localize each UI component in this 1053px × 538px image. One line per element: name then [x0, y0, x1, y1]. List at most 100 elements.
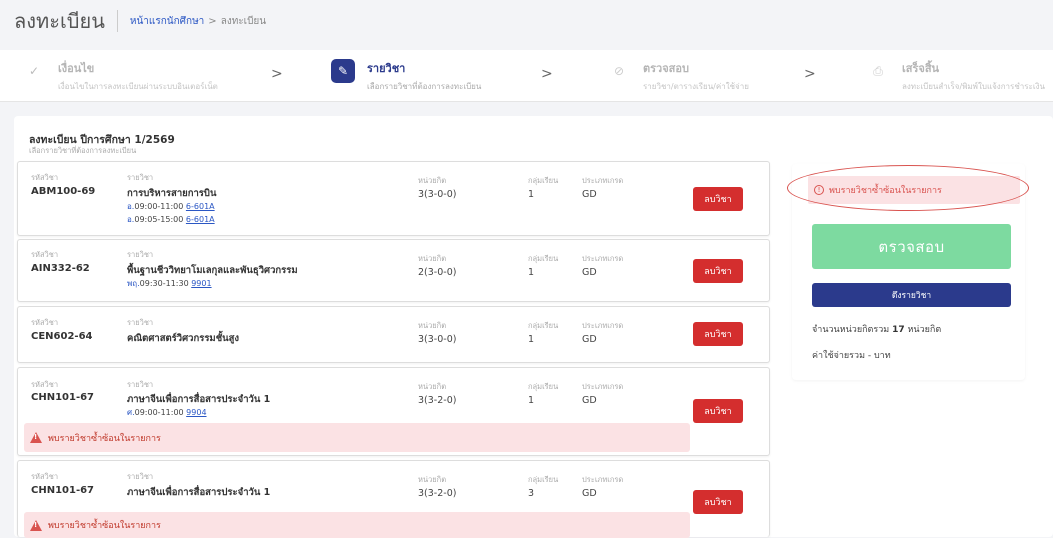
course-name: ภาษาจีนเพื่อการสื่อสารประจำวัน 1 [127, 394, 271, 405]
step-arrow: > [271, 66, 283, 82]
credit-label: หน่วยกิต [418, 176, 447, 185]
schedule-line: พฤ.09:30-11:30 9901 [127, 277, 212, 290]
course-name: การบริหารสายการบิน [127, 188, 217, 199]
delete-course-button[interactable]: ลบวิชา [693, 490, 743, 514]
credit-value: 3(3-0-0) [418, 189, 457, 200]
info-icon: ! [814, 185, 824, 195]
course-card: รหัสวิชา รายวิชา หน่วยกิต กลุ่มเรียน ประ… [17, 367, 770, 456]
breadcrumb-home-link[interactable]: หน้าแรกนักศึกษา [130, 16, 204, 27]
schedule-line: อ.09:00-11:00 6-601A [127, 200, 215, 213]
type-value: GD [582, 267, 597, 278]
step-title: เงื่อนไข [58, 62, 95, 75]
section-label: กลุ่มเรียน [528, 382, 559, 391]
pencil-icon: ✎ [331, 59, 355, 83]
delete-course-button[interactable]: ลบวิชา [693, 187, 743, 211]
schedule-time: 09:30-11:30 [139, 279, 189, 288]
step-title: เสร็จสิ้น [902, 62, 940, 75]
section-value: 1 [528, 189, 535, 200]
schedule-day: ศ. [127, 408, 135, 417]
type-label: ประเภทเกรด [582, 176, 624, 185]
course-code: CHN101-67 [31, 392, 95, 403]
step-title: รายวิชา [367, 62, 406, 75]
warning-icon [30, 519, 42, 531]
name-label: รายวิชา [127, 250, 154, 259]
warning-text: พบรายวิชาซ้ำซ้อนในรายการ [48, 433, 161, 444]
section-label: กลุ่มเรียน [528, 475, 559, 484]
name-label: รายวิชา [127, 173, 154, 182]
printer-icon: ⎙ [873, 63, 883, 78]
step-conditions: ✓ เงื่อนไข เงื่อนไขในการลงทะเบียนผ่านระบ… [22, 59, 218, 93]
step-arrow: > [804, 66, 816, 82]
step-arrow: > [541, 66, 553, 82]
credit-value: 2(3-0-0) [418, 267, 457, 278]
check-icon: ✓ [28, 64, 40, 78]
warning-text: พบรายวิชาซ้ำซ้อนในรายการ [48, 521, 161, 531]
course-code: AIN332-62 [31, 263, 90, 274]
course-card: รหัสวิชา รายวิชา หน่วยกิต กลุ่มเรียน ประ… [17, 306, 770, 363]
delete-course-button[interactable]: ลบวิชา [693, 322, 743, 346]
pull-courses-button[interactable]: ดึงรายวิชา [812, 283, 1011, 307]
total-credits-unit: หน่วยกิต [907, 325, 942, 335]
course-code: ABM100-69 [31, 186, 96, 197]
step-courses: ✎ รายวิชา เลือกรายวิชาที่ต้องการลงทะเบีย… [331, 59, 481, 93]
course-card: รหัสวิชา รายวิชา หน่วยกิต กลุ่มเรียน ประ… [17, 460, 770, 538]
type-label: ประเภทเกรด [582, 382, 624, 391]
step-subtitle: เงื่อนไขในการลงทะเบียนผ่านระบบอินเตอร์เน… [58, 82, 218, 91]
delete-course-button[interactable]: ลบวิชา [693, 399, 743, 423]
type-value: GD [582, 488, 597, 499]
section-label: กลุ่มเรียน [528, 321, 559, 330]
section-subtitle: เลือกรายวิชาที่ต้องการลงทะเบียน [29, 146, 137, 155]
credit-label: หน่วยกิต [418, 254, 447, 263]
review-button[interactable]: ตรวจสอบ [812, 224, 1011, 269]
header-divider [116, 10, 118, 32]
name-label: รายวิชา [127, 380, 154, 389]
step-title: ตรวจสอบ [643, 62, 689, 75]
course-code: CEN602-64 [31, 331, 93, 342]
code-label: รหัสวิชา [31, 250, 59, 259]
course-card: รหัสวิชา รายวิชา หน่วยกิต กลุ่มเรียน ประ… [17, 239, 770, 302]
registration-stepper: ✓ เงื่อนไข เงื่อนไขในการลงทะเบียนผ่านระบ… [0, 50, 1053, 102]
type-value: GD [582, 189, 597, 200]
breadcrumb-separator: > [208, 15, 217, 27]
room-link[interactable]: 9901 [191, 279, 211, 288]
page-header: ลงทะเบียน หน้าแรกนักศึกษา > ลงทะเบียน [0, 0, 1053, 42]
schedule-time: 09:05-15:00 [134, 215, 184, 224]
section-value: 1 [528, 334, 535, 345]
breadcrumb: หน้าแรกนักศึกษา > ลงทะเบียน [130, 14, 266, 29]
section-value: 1 [528, 267, 535, 278]
room-link[interactable]: 6-601A [186, 202, 215, 211]
alert-text: พบรายวิชาซ้ำซ้อนในรายการ [829, 186, 942, 196]
duplicate-warning: พบรายวิชาซ้ำซ้อนในรายการ [24, 423, 690, 452]
credit-value: 3(3-2-0) [418, 488, 457, 499]
type-label: ประเภทเกรด [582, 321, 624, 330]
step-finish: ⎙ เสร็จสิ้น ลงทะเบียนสำเร็จ/พิมพ์ใบแจ้งก… [866, 59, 1053, 93]
course-card: รหัสวิชา รายวิชา หน่วยกิต กลุ่มเรียน ประ… [17, 161, 770, 236]
total-cost: ค่าใช้จ่ายรวม - บาท [812, 351, 891, 361]
code-label: รหัสวิชา [31, 173, 59, 182]
delete-course-button[interactable]: ลบวิชา [693, 259, 743, 283]
credit-label: หน่วยกิต [418, 321, 447, 330]
section-label: กลุ่มเรียน [528, 254, 559, 263]
total-credits-label: จำนวนหน่วยกิตรวม [812, 325, 890, 335]
room-link[interactable]: 6-601A [186, 215, 215, 224]
course-name: ภาษาจีนเพื่อการสื่อสารประจำวัน 1 [127, 487, 271, 498]
course-name: คณิตศาสตร์วิศวกรรมชั้นสูง [127, 333, 240, 344]
schedule-time: 09:00-11:00 [134, 408, 184, 417]
credit-value: 3(3-2-0) [418, 395, 457, 406]
warning-icon [30, 432, 42, 443]
step-review: ⊘ ตรวจสอบ รายวิชา/ตารางเรียน/ค่าใช้จ่าย [607, 59, 749, 93]
total-credits-value: 17 [892, 325, 905, 335]
section-value: 1 [528, 395, 535, 406]
schedule-line: ศ.09:00-11:00 9904 [127, 406, 207, 419]
course-code: CHN101-67 [31, 485, 95, 496]
total-credits: จำนวนหน่วยกิตรวม 17 หน่วยกิต [812, 322, 941, 336]
code-label: รหัสวิชา [31, 380, 59, 389]
type-value: GD [582, 334, 597, 345]
duplicate-alert: ! พบรายวิชาซ้ำซ้อนในรายการ [808, 176, 1020, 204]
name-label: รายวิชา [127, 318, 154, 327]
credit-value: 3(3-0-0) [418, 334, 457, 345]
section-value: 3 [528, 488, 535, 499]
section-label: กลุ่มเรียน [528, 176, 559, 185]
room-link[interactable]: 9904 [186, 408, 206, 417]
name-label: รายวิชา [127, 472, 154, 481]
